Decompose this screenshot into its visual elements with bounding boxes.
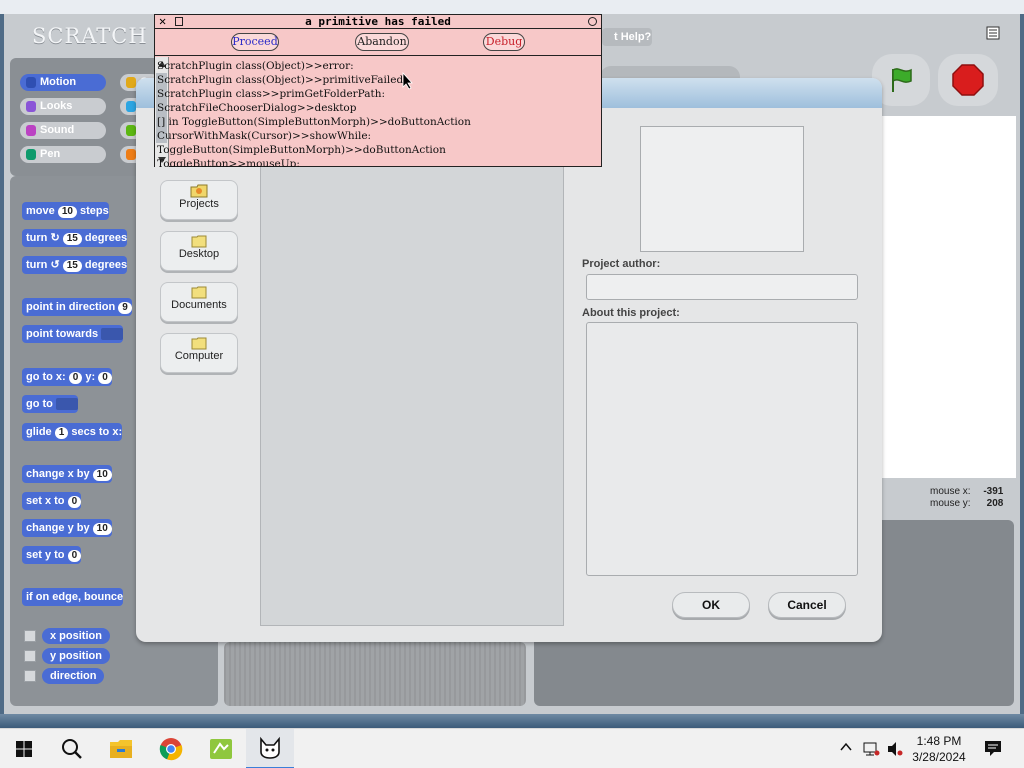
close-icon[interactable]: ✕ xyxy=(159,15,166,28)
mouse-coordinates: mouse x: -391 mouse y: 208 xyxy=(930,486,1004,509)
category-motion[interactable]: Motion xyxy=(20,74,106,91)
projects-folder-icon xyxy=(190,184,208,198)
network-icon[interactable] xyxy=(862,741,880,760)
search-button[interactable] xyxy=(48,729,96,768)
category-sound[interactable]: Sound xyxy=(20,122,106,139)
folder-icon xyxy=(191,337,207,350)
taskbar: 1:48 PM 3/28/2024 xyxy=(0,728,1024,768)
system-clock[interactable]: 1:48 PM 3/28/2024 xyxy=(908,733,970,765)
error-button-bar: Proceed Abandon Debug xyxy=(155,30,601,56)
chrome-icon xyxy=(159,738,183,761)
block-change-y[interactable]: change y by 10 xyxy=(22,519,112,537)
stop-sign-icon xyxy=(952,64,984,96)
reporter-y-position[interactable]: y position xyxy=(42,648,110,664)
collapse-icon[interactable] xyxy=(588,17,597,26)
reporter-x-position[interactable]: x position xyxy=(42,628,110,644)
about-project-field[interactable] xyxy=(586,322,858,576)
location-desktop-button[interactable]: Desktop xyxy=(160,231,238,271)
about-project-label: About this project: xyxy=(582,307,680,319)
block-go-to-xy[interactable]: go to x: 0 y: 0 xyxy=(22,368,112,386)
trace-line[interactable]: ScratchFileChooserDialog>>desktop xyxy=(157,101,597,115)
trace-line[interactable]: ToggleButton(SimpleButtonMorph)>>doButto… xyxy=(157,143,597,157)
debug-button[interactable]: Debug xyxy=(483,33,525,51)
notes-icon[interactable] xyxy=(986,26,1000,43)
trace-line[interactable]: ScratchPlugin class>>primGetFolderPath: xyxy=(157,87,597,101)
start-button[interactable] xyxy=(0,729,48,768)
block-point-in-direction[interactable]: point in direction 9 xyxy=(22,298,132,316)
abandon-button[interactable]: Abandon xyxy=(355,33,409,51)
x-position-checkbox[interactable] xyxy=(24,630,36,642)
notifications-icon[interactable] xyxy=(984,739,1002,760)
stack-trace-list[interactable]: ScratchPlugin class(Object)>>error: Scra… xyxy=(155,57,601,167)
scratch-cat-icon xyxy=(260,736,280,759)
volume-muted-icon[interactable] xyxy=(886,741,904,760)
y-position-checkbox[interactable] xyxy=(24,650,36,662)
block-turn-counterclockwise[interactable]: turn ↺ 15 degrees xyxy=(22,256,128,274)
ok-button[interactable]: OK xyxy=(672,592,750,618)
windows-logo-icon xyxy=(16,741,32,757)
reporter-direction[interactable]: direction xyxy=(42,668,105,684)
primitive-failed-window: ✕ a primitive has failed Proceed Abandon… xyxy=(154,14,602,167)
project-author-field[interactable] xyxy=(586,274,858,300)
file-explorer-icon xyxy=(110,740,132,758)
desktop-bottom-strip xyxy=(0,714,1024,728)
scratch-logo: SCRATCH xyxy=(32,24,148,48)
project-thumbnail xyxy=(640,126,804,252)
location-documents-button[interactable]: Documents xyxy=(160,282,238,322)
stage[interactable] xyxy=(880,116,1016,478)
block-if-on-edge-bounce[interactable]: if on edge, bounce xyxy=(22,588,124,606)
folder-icon xyxy=(191,286,207,299)
help-button[interactable]: t Help? xyxy=(602,28,652,46)
green-flag-icon xyxy=(892,68,912,92)
trace-line[interactable]: CursorWithMask(Cursor)>>showWhile: xyxy=(157,129,597,143)
mouse-cursor-icon xyxy=(402,72,413,90)
file-explorer-button[interactable] xyxy=(97,729,145,768)
proceed-button[interactable]: Proceed xyxy=(231,33,279,51)
app-button[interactable] xyxy=(197,729,245,768)
block-point-towards[interactable]: point towards xyxy=(22,325,124,343)
chevron-up-icon[interactable] xyxy=(840,741,852,756)
error-title: a primitive has failed xyxy=(305,15,451,28)
location-computer-button[interactable]: Computer xyxy=(160,333,238,373)
block-turn-clockwise[interactable]: turn ↻ 15 degrees xyxy=(22,229,128,247)
folder-icon xyxy=(191,235,207,248)
trace-line[interactable]: [] in ToggleButton(SimpleButtonMorph)>>d… xyxy=(157,115,597,129)
search-icon xyxy=(62,739,82,759)
trace-line[interactable]: ToggleButton>>mouseUp: xyxy=(157,157,597,167)
scripts-area[interactable] xyxy=(224,642,526,706)
desktop-top-strip xyxy=(0,0,1024,14)
clock-time: 1:48 PM xyxy=(916,734,962,748)
app-icon xyxy=(210,739,232,759)
scratch-taskbar-button[interactable] xyxy=(246,729,294,768)
block-change-x[interactable]: change x by 10 xyxy=(22,465,112,483)
error-titlebar[interactable]: ✕ a primitive has failed xyxy=(155,15,601,29)
location-projects-button[interactable]: Projects xyxy=(160,180,238,220)
cancel-button[interactable]: Cancel xyxy=(768,592,846,618)
trace-lines: ScratchPlugin class(Object)>>error: Scra… xyxy=(157,59,597,167)
block-move-steps[interactable]: move 10 steps xyxy=(22,202,109,220)
chrome-button[interactable] xyxy=(147,729,195,768)
category-pen[interactable]: Pen xyxy=(20,146,106,163)
window-menu-icon[interactable] xyxy=(175,17,183,26)
category-looks[interactable]: Looks xyxy=(20,98,106,115)
trace-line[interactable]: ScratchPlugin class(Object)>>primitiveFa… xyxy=(157,73,597,87)
block-go-to[interactable]: go to xyxy=(22,395,78,413)
project-author-label: Project author: xyxy=(582,258,661,270)
clock-date: 3/28/2024 xyxy=(912,750,966,764)
block-set-x[interactable]: set x to 0 xyxy=(22,492,82,510)
direction-checkbox[interactable] xyxy=(24,670,36,682)
block-set-y[interactable]: set y to 0 xyxy=(22,546,82,564)
block-glide[interactable]: glide 1 secs to x: xyxy=(22,423,123,441)
stop-button[interactable] xyxy=(938,54,998,106)
file-list[interactable] xyxy=(260,118,564,626)
trace-line[interactable]: ScratchPlugin class(Object)>>error: xyxy=(157,59,597,73)
